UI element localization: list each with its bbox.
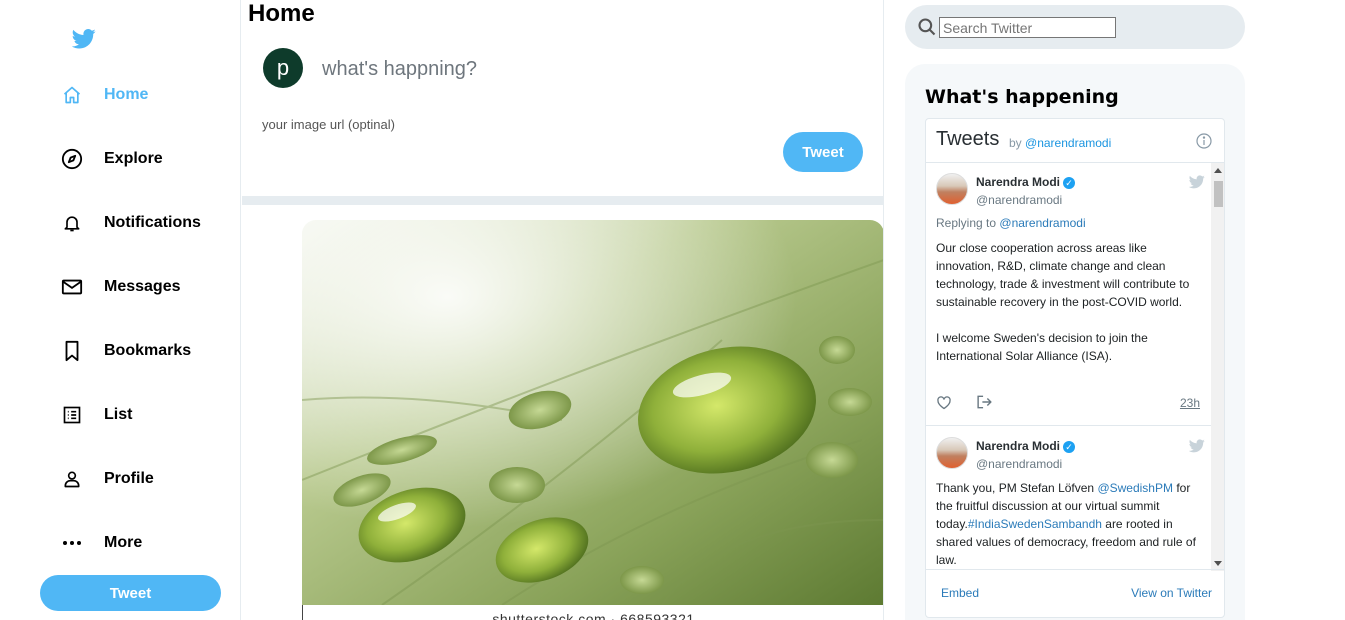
tweet-author-name[interactable]: Narendra Modi ✓ bbox=[976, 175, 1076, 189]
twitter-bird-icon[interactable] bbox=[1189, 175, 1205, 189]
twitter-bird-icon[interactable] bbox=[1189, 439, 1205, 453]
embed-by-prefix: by bbox=[1009, 136, 1022, 150]
timeline-tweet[interactable]: Narendra Modi ✓ @narendramodi Thank you, … bbox=[926, 427, 1211, 571]
whats-happening-widget: What's happening Tweets by @narendramodi… bbox=[905, 64, 1245, 620]
bookmark-icon bbox=[58, 337, 86, 365]
embed-link[interactable]: Embed bbox=[941, 586, 979, 600]
sidebar-item-label: More bbox=[104, 534, 143, 551]
widget-title: What's happening bbox=[925, 86, 1119, 108]
embed-header: Tweets by @narendramodi bbox=[926, 119, 1224, 163]
timeline-tweet[interactable]: Narendra Modi ✓ @narendramodi Replying to… bbox=[926, 163, 1211, 426]
tweet-author-handle[interactable]: @narendramodi bbox=[976, 193, 1062, 207]
scroll-up-arrow-icon[interactable] bbox=[1214, 168, 1222, 173]
scroll-thumb[interactable] bbox=[1214, 181, 1223, 207]
tweet-text: I welcome Sweden's decision to join the … bbox=[936, 331, 1148, 363]
sidebar-item-label: Bookmarks bbox=[104, 342, 192, 359]
page-title: Home bbox=[248, 0, 315, 27]
image-url-input[interactable] bbox=[262, 114, 562, 134]
share-icon[interactable] bbox=[976, 394, 993, 410]
sidebar-item-label: Messages bbox=[104, 278, 181, 295]
sidebar-item-label: List bbox=[104, 406, 133, 423]
tweet-text-part: Thank you, PM Stefan Löfven bbox=[936, 481, 1095, 495]
view-on-twitter-link[interactable]: View on Twitter bbox=[1131, 586, 1212, 600]
embed-title: Tweets bbox=[936, 128, 1000, 150]
sidebar-item-home[interactable]: Home bbox=[58, 75, 148, 115]
info-icon[interactable] bbox=[1196, 133, 1212, 149]
tweet-author-name-text: Narendra Modi bbox=[976, 439, 1061, 453]
post-image bbox=[302, 220, 883, 605]
sidebar-item-explore[interactable]: Explore bbox=[58, 139, 163, 179]
tweet-actions: 23h bbox=[936, 393, 1201, 411]
sidebar-item-messages[interactable]: Messages bbox=[58, 267, 181, 307]
avatar[interactable] bbox=[936, 437, 968, 469]
replying-to-label: Replying to bbox=[936, 216, 997, 230]
tweet-author-handle[interactable]: @narendramodi bbox=[976, 457, 1062, 471]
scroll-down-arrow-icon[interactable] bbox=[1214, 561, 1222, 566]
verified-badge-icon: ✓ bbox=[1063, 176, 1076, 189]
sidebar-item-more[interactable]: More bbox=[58, 523, 142, 563]
embed-scrollbar[interactable] bbox=[1211, 163, 1224, 571]
feed-divider bbox=[242, 196, 883, 205]
tweet-text: Thank you, PM Stefan Löfven @SwedishPM f… bbox=[936, 479, 1201, 569]
embed-author-link[interactable]: @narendramodi bbox=[1025, 136, 1111, 150]
search-icon bbox=[918, 18, 936, 36]
feed: Home p Tweet bbox=[242, 0, 884, 620]
person-icon bbox=[58, 465, 86, 493]
sidebar-item-label: Profile bbox=[104, 470, 154, 487]
search-bar bbox=[905, 5, 1245, 49]
like-icon[interactable] bbox=[936, 395, 952, 410]
hashtag-link[interactable]: #IndiaSwedenSambandh bbox=[968, 517, 1102, 531]
replying-to: Replying to @narendramodi bbox=[936, 216, 1086, 230]
tweet-timestamp[interactable]: 23h bbox=[1180, 396, 1200, 410]
mention-link[interactable]: @SwedishPM bbox=[1097, 481, 1173, 495]
sidebar-item-bookmarks[interactable]: Bookmarks bbox=[58, 331, 191, 371]
compose-input[interactable] bbox=[322, 54, 802, 84]
more-icon bbox=[58, 529, 86, 557]
avatar: p bbox=[263, 48, 303, 88]
compose-tweet-button[interactable]: Tweet bbox=[783, 132, 863, 172]
sidebar-item-list[interactable]: List bbox=[58, 395, 132, 435]
sidebar-item-label: Notifications bbox=[104, 214, 201, 231]
embed-footer: Embed View on Twitter bbox=[926, 569, 1224, 617]
twitter-logo-icon[interactable] bbox=[72, 28, 96, 50]
tweet-text: Our close cooperation across areas like … bbox=[936, 241, 1190, 309]
compass-icon bbox=[58, 145, 86, 173]
sidebar: Home Explore Notifications Messages Book… bbox=[0, 0, 241, 620]
list-icon bbox=[58, 401, 86, 429]
home-icon bbox=[58, 81, 86, 109]
bell-icon bbox=[58, 209, 86, 237]
embed-byline: by @narendramodi bbox=[1009, 136, 1111, 150]
sidebar-item-label: Home bbox=[104, 86, 149, 103]
sidebar-item-notifications[interactable]: Notifications bbox=[58, 203, 201, 243]
embed-timeline[interactable]: Narendra Modi ✓ @narendramodi Replying to… bbox=[926, 163, 1224, 571]
tweet-embed: Tweets by @narendramodi Narendra Modi ✓ @… bbox=[925, 118, 1225, 618]
verified-badge-icon: ✓ bbox=[1063, 440, 1076, 453]
avatar[interactable] bbox=[936, 173, 968, 205]
image-watermark: shutterstock.com · 668593321 bbox=[302, 605, 883, 620]
tweet-author-name[interactable]: Narendra Modi ✓ bbox=[976, 439, 1076, 453]
search-input[interactable] bbox=[939, 17, 1116, 38]
sidebar-item-profile[interactable]: Profile bbox=[58, 459, 154, 499]
reply-handle-link[interactable]: @narendramodi bbox=[999, 216, 1085, 230]
tweet-author-name-text: Narendra Modi bbox=[976, 175, 1061, 189]
sidebar-item-label: Explore bbox=[104, 150, 163, 167]
mail-icon bbox=[58, 273, 86, 301]
sidebar-tweet-button[interactable]: Tweet bbox=[40, 575, 221, 611]
